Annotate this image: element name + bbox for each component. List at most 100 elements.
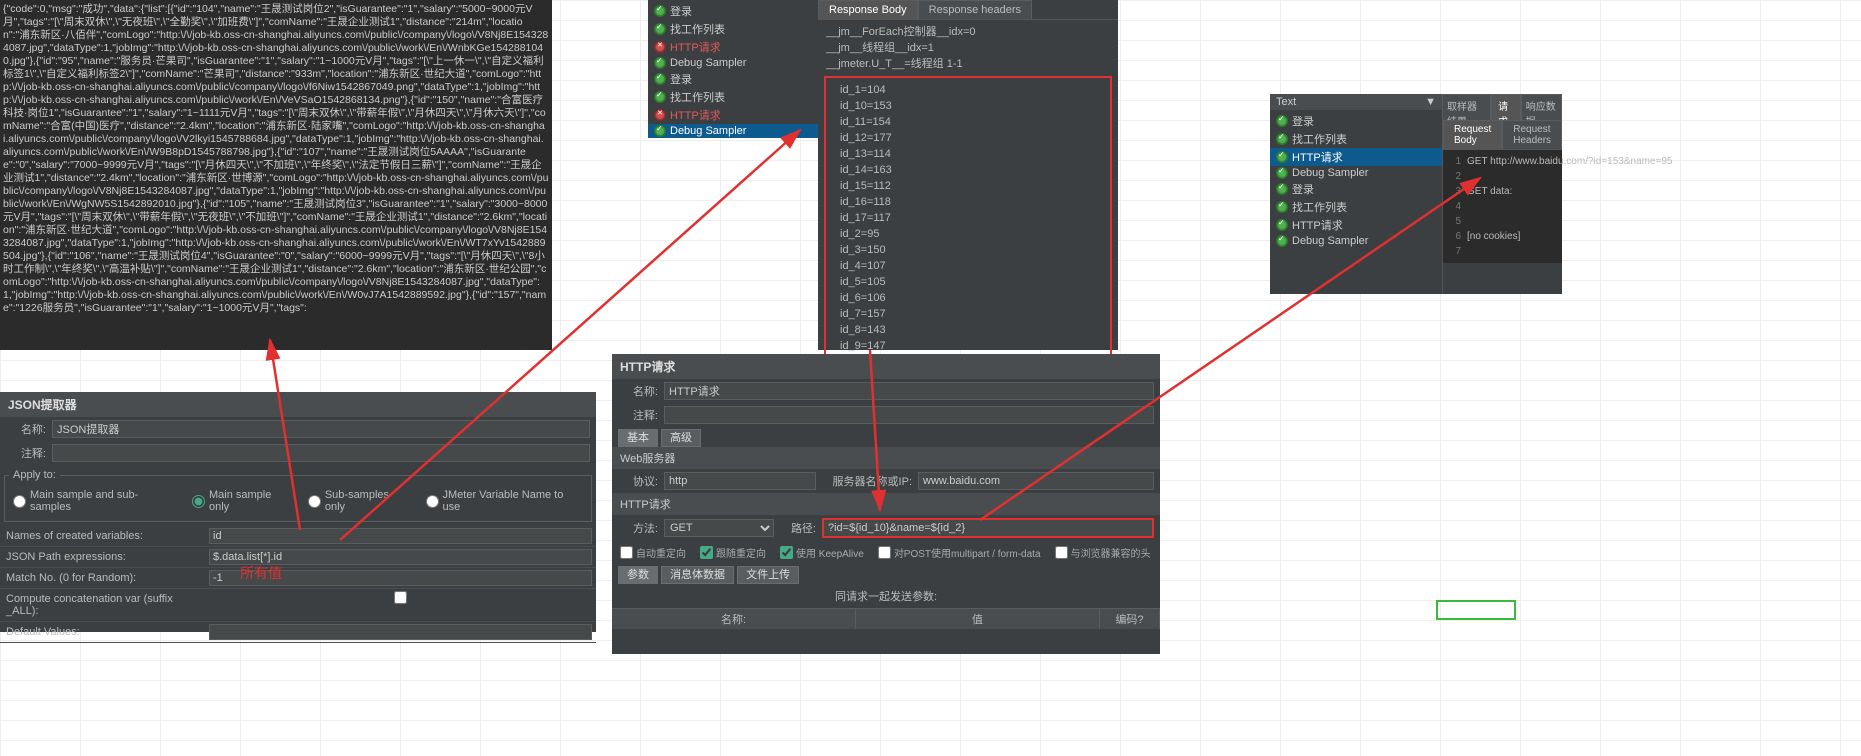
http-request-section: HTTP请求 (612, 493, 1160, 515)
tree-item[interactable]: HTTP请求 (1270, 216, 1442, 234)
tab-parameters[interactable]: 参数 (618, 566, 658, 584)
debug-var-line: id_7=157 (840, 306, 1096, 322)
tree-item[interactable]: 找工作列表 (648, 88, 818, 106)
success-icon (1276, 133, 1288, 145)
name-label: 名称: (6, 421, 46, 437)
radio-jmeter-var[interactable]: JMeter Variable Name to use (426, 489, 583, 513)
debug-var-line: id_14=163 (840, 162, 1096, 178)
http-name-input[interactable] (664, 382, 1154, 400)
chk-browser-compat[interactable]: 与浏览器兼容的头 (1055, 545, 1151, 560)
debug-var-line: id_10=153 (840, 98, 1096, 114)
success-icon (654, 91, 666, 103)
concat-label: Compute concatenation var (suffix _ALL): (4, 591, 209, 619)
tree-item-label: 登录 (670, 71, 692, 87)
debug-response-panel: Response Body Response headers __jm__For… (818, 0, 1118, 350)
tree-item[interactable]: 登录 (648, 70, 818, 88)
tree-item[interactable]: 找工作列表 (1270, 198, 1442, 216)
method-label: 方法: (618, 520, 658, 536)
request-viewer-panel: Request Body Request Headers 1GET http:/… (1442, 120, 1562, 294)
success-icon (1276, 235, 1288, 247)
debug-var-line: id_4=107 (840, 258, 1096, 274)
annotation-all-values: 所有值 (240, 563, 282, 583)
tree-item[interactable]: 登录 (1270, 112, 1442, 130)
success-icon (1276, 201, 1288, 213)
debug-var-line: id_15=112 (840, 178, 1096, 194)
protocol-label: 协议: (618, 473, 658, 489)
tree-item-label: Debug Sampler (1292, 167, 1368, 179)
tree-item-label: 登录 (1292, 113, 1314, 129)
tab-response-body[interactable]: Response Body (818, 0, 918, 19)
comment-input[interactable] (52, 444, 590, 462)
debug-var-line: __jm__线程组__idx=1 (826, 40, 1110, 56)
tree-item-label: HTTP请求 (1292, 217, 1343, 233)
debug-var-line: __jmeter.U_T__=线程组 1-1 (826, 56, 1110, 72)
http-name-label: 名称: (618, 383, 658, 399)
request-line-1: GET http://www.baidu.com/?id=153&name=95 (1467, 156, 1673, 167)
protocol-input[interactable] (664, 472, 816, 490)
tab-body-data[interactable]: 消息体数据 (661, 566, 734, 584)
spreadsheet-selected-cell[interactable] (1436, 600, 1516, 620)
debug-var-line: id_3=150 (840, 242, 1096, 258)
success-icon (1276, 167, 1288, 179)
dropdown-icon[interactable]: ▼ (1425, 96, 1436, 108)
tab-request-headers[interactable]: Request Headers (1502, 120, 1562, 149)
text-filter-label: Text (1276, 96, 1425, 108)
chk-follow-redirect[interactable]: 跟随重定向 (700, 545, 766, 560)
tab-request-body[interactable]: Request Body (1443, 120, 1502, 149)
method-select[interactable]: GET (664, 519, 774, 537)
success-icon (1276, 115, 1288, 127)
debug-var-line: id_16=118 (840, 194, 1096, 210)
tree-item[interactable]: 登录 (1270, 180, 1442, 198)
tree-item[interactable]: Debug Sampler (1270, 234, 1442, 248)
tab-advanced[interactable]: 高级 (661, 429, 701, 447)
web-server-section: Web服务器 (612, 447, 1160, 469)
success-icon (654, 57, 666, 69)
chk-auto-redirect[interactable]: 自动重定向 (620, 545, 686, 560)
tab-file-upload[interactable]: 文件上传 (737, 566, 799, 584)
response-body-text[interactable]: {"code":0,"msg":"成功","data":{"list":[{"i… (0, 0, 552, 318)
names-input[interactable] (209, 528, 592, 544)
radio-main-sub[interactable]: Main sample and sub-samples (13, 489, 178, 513)
apply-to-fieldset: Apply to: Main sample and sub-samples Ma… (4, 469, 592, 522)
debug-var-line: __jm__ForEach控制器__idx=0 (826, 24, 1110, 40)
server-input[interactable] (918, 472, 1154, 490)
tree-item-label: Debug Sampler (670, 57, 746, 69)
col-name: 名称: (612, 609, 856, 629)
debug-var-line: id_6=106 (840, 290, 1096, 306)
apply-to-legend: Apply to: (9, 469, 60, 481)
result-tree-1: 登录找工作列表HTTP请求Debug Sampler登录找工作列表HTTP请求D… (648, 0, 818, 124)
tree-item[interactable]: HTTP请求 (648, 106, 818, 124)
tree-item-label: 登录 (1292, 181, 1314, 197)
comment-label: 注释: (6, 445, 46, 461)
http-comment-input[interactable] (664, 406, 1154, 424)
tree-item[interactable]: HTTP请求 (648, 38, 818, 56)
chk-keepalive[interactable]: 使用 KeepAlive (780, 545, 864, 560)
radio-sub-only[interactable]: Sub-samples only (308, 489, 412, 513)
tree-item[interactable]: Debug Sampler (648, 56, 818, 70)
chk-multipart[interactable]: 对POST使用multipart / form-data (878, 545, 1041, 560)
tree-item-label: 找工作列表 (1292, 199, 1347, 215)
result-tabs-bar: 取样器结果 请求 响应数据 (1442, 94, 1562, 120)
tree-item-label: 找工作列表 (1292, 131, 1347, 147)
col-value: 值 (856, 609, 1100, 629)
tree-item[interactable]: HTTP请求 (1270, 148, 1442, 166)
success-icon (654, 73, 666, 85)
tree-item[interactable]: 找工作列表 (648, 20, 818, 38)
tree-item[interactable]: 登录 (648, 2, 818, 20)
tree-item-label: HTTP请求 (670, 107, 721, 123)
result-tree-2: Text ▼ 登录找工作列表HTTP请求Debug Sampler登录找工作列表… (1270, 94, 1442, 294)
tab-response-headers[interactable]: Response headers (918, 0, 1032, 19)
debug-var-line: id_12=177 (840, 130, 1096, 146)
radio-main-only[interactable]: Main sample only (192, 489, 294, 513)
tree-item[interactable]: Debug Sampler (1270, 166, 1442, 180)
concat-checkbox[interactable] (209, 591, 592, 604)
http-comment-label: 注释: (618, 407, 658, 423)
debug-var-line: id_5=105 (840, 274, 1096, 290)
tree-item[interactable]: 找工作列表 (1270, 130, 1442, 148)
tree-item[interactable]: Debug Sampler (648, 124, 818, 138)
path-label: 路径: (780, 520, 816, 536)
default-input[interactable] (209, 624, 592, 640)
path-input[interactable] (822, 518, 1154, 538)
tab-basic[interactable]: 基本 (618, 429, 658, 447)
name-input[interactable] (52, 420, 590, 438)
